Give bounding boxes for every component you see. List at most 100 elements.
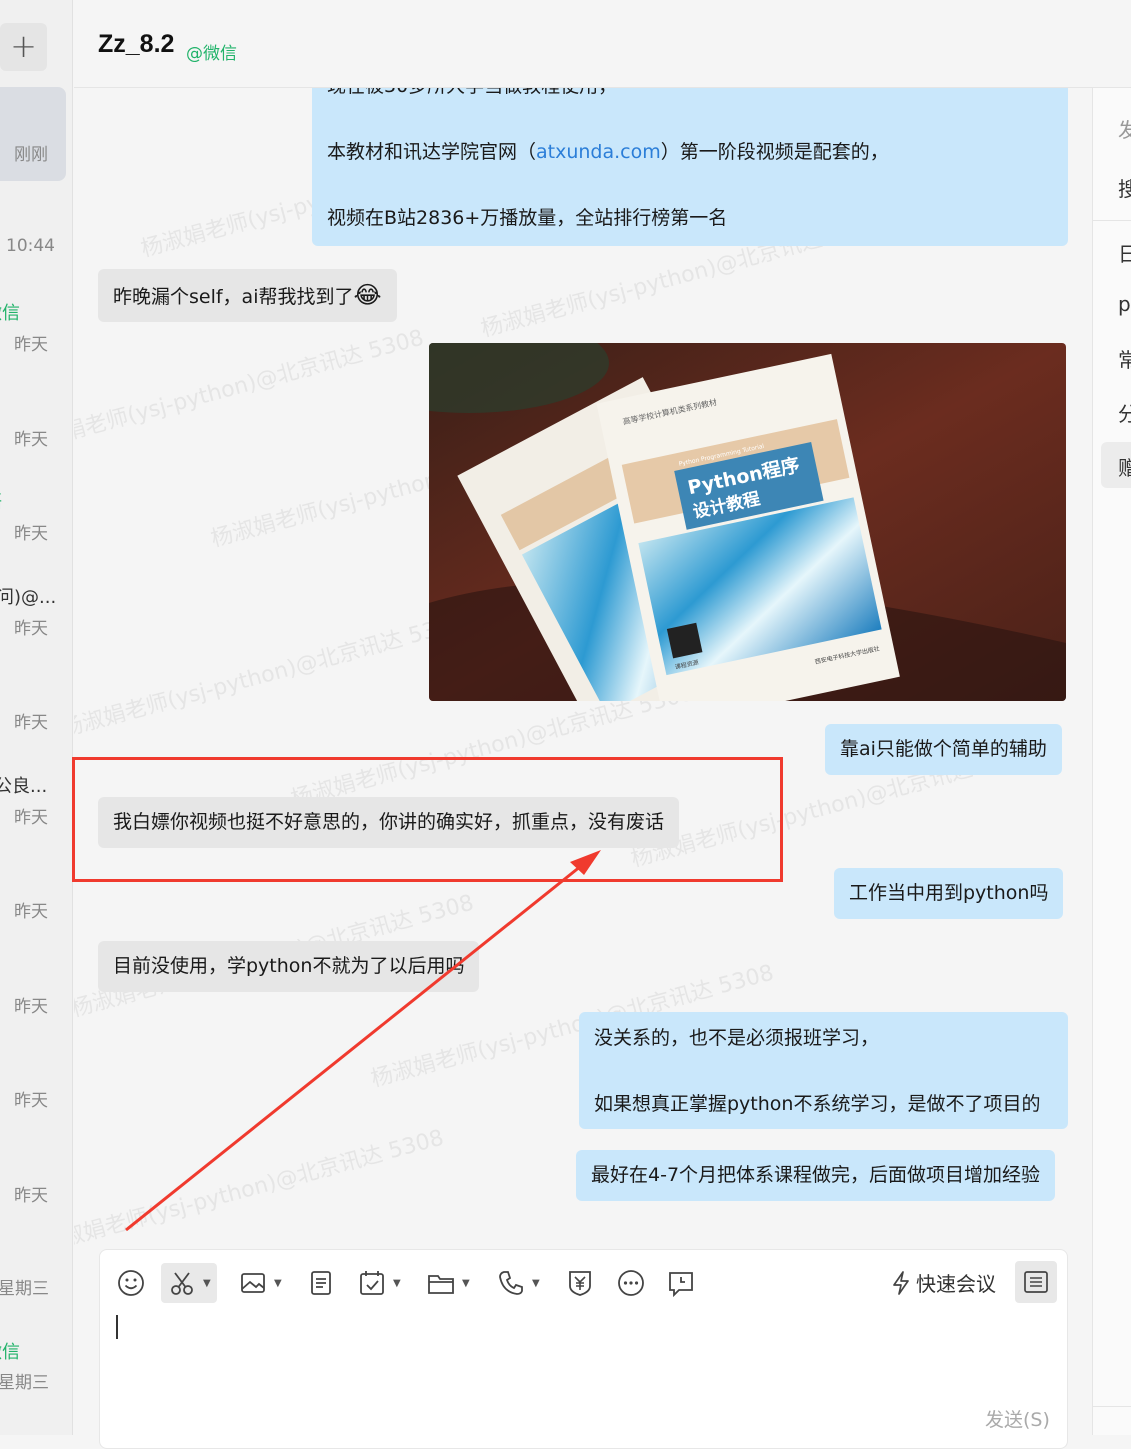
document-button[interactable] bbox=[306, 1263, 336, 1303]
emoji-button[interactable] bbox=[116, 1263, 146, 1303]
chevron-down-icon[interactable]: ▼ bbox=[532, 1278, 540, 1289]
annotation-highlight-box bbox=[72, 757, 783, 882]
chat-header: Zz_8.2 @微信 bbox=[74, 0, 1131, 88]
conversation-item[interactable]: 问)@... 昨天 bbox=[0, 569, 72, 663]
payment-button[interactable] bbox=[565, 1263, 595, 1303]
contact-source-tag: @微信 bbox=[186, 44, 237, 64]
lightning-icon bbox=[893, 1270, 909, 1295]
conversation-item[interactable]: 昨天 bbox=[0, 947, 72, 1041]
phone-icon bbox=[499, 1271, 523, 1295]
message-text: 昨晚漏个self，ai帮我找到了😂 bbox=[113, 281, 382, 309]
message-text: 没关系的，也不是必须报班学习， bbox=[594, 1027, 880, 1049]
conversation-item[interactable]: 微信 昨天 bbox=[0, 285, 72, 379]
conversation-time: 昨天 bbox=[14, 430, 48, 450]
right-panel-item[interactable]: 常 bbox=[1118, 344, 1131, 373]
message-text: 如果想真正掌握python不系统学习，是做不了项目的 bbox=[594, 1093, 1041, 1115]
message-text: 现在被30多所大学当做教程使用， bbox=[327, 88, 1053, 97]
contact-name[interactable]: Zz_8.2 bbox=[98, 30, 174, 59]
message-bubble-incoming[interactable]: 目前没使用，学python不就为了以后用吗 bbox=[98, 941, 480, 992]
chevron-down-icon[interactable]: ▼ bbox=[462, 1278, 470, 1289]
image-button[interactable]: ▼ bbox=[238, 1263, 282, 1303]
quick-meeting-label: 快速会议 bbox=[916, 1272, 996, 1296]
conversation-time: 昨天 bbox=[14, 524, 48, 544]
conversation-snippet: 问)@... bbox=[0, 587, 57, 608]
conversation-item[interactable]: 昨天 bbox=[0, 380, 72, 474]
conversation-time: 星期三 bbox=[0, 1373, 49, 1393]
message-bubble-outgoing[interactable]: 现在被30多所大学当做教程使用， 本教材和讯达学院官网（atxunda.com）… bbox=[312, 88, 1068, 246]
right-side-panel: 发 搜 日 p 常 分 赠 bbox=[1092, 88, 1131, 1435]
conversation-time: 刚刚 bbox=[14, 145, 48, 165]
call-button[interactable]: ▼ bbox=[496, 1263, 540, 1303]
message-bubble-incoming[interactable]: 昨晚漏个self，ai帮我找到了😂 bbox=[98, 269, 397, 322]
conversation-time: 昨天 bbox=[14, 808, 48, 828]
image-icon bbox=[241, 1273, 265, 1293]
conversation-item[interactable]: 公良... 昨天 bbox=[0, 758, 72, 852]
calendar-check-icon bbox=[360, 1271, 384, 1295]
book-photo: 高等学校计算机类系列教材 Python Programming Tutorial… bbox=[429, 343, 1066, 701]
chevron-down-icon[interactable]: ▼ bbox=[203, 1278, 211, 1289]
text-input-caret[interactable] bbox=[116, 1315, 118, 1339]
conversation-item[interactable]: 10:44 bbox=[0, 190, 72, 284]
conversation-item[interactable]: 昨天 bbox=[0, 663, 72, 757]
watermark: 杨淑娟老师(ysj-python)@北京讯达 5308 bbox=[74, 325, 427, 458]
right-panel-item[interactable]: 搜 bbox=[1118, 173, 1131, 202]
conversation-time: 昨天 bbox=[14, 335, 48, 355]
message-list[interactable]: 杨淑娟老师(ysj-python)@北京讯达 5308 杨淑娟老师(ysj-py… bbox=[74, 88, 1092, 1248]
conversation-snippet: 公良... bbox=[0, 776, 48, 797]
conversation-item[interactable]: 昨天 bbox=[0, 852, 72, 946]
chat-window: Zz_8.2 @微信 杨淑娟老师(ysj-python)@北京讯达 5308 杨… bbox=[72, 0, 1131, 1449]
yuan-shield-icon bbox=[569, 1271, 591, 1296]
conversation-time: 昨天 bbox=[14, 1091, 48, 1111]
right-panel-item[interactable]: 分 bbox=[1118, 398, 1131, 427]
document-icon bbox=[311, 1271, 331, 1295]
message-text: 靠ai只能做个简单的辅助 bbox=[840, 738, 1047, 760]
conversation-item[interactable]: 语 昨天 bbox=[0, 474, 72, 568]
conversation-time: 昨天 bbox=[14, 1186, 48, 1206]
message-bubble-outgoing[interactable]: 靠ai只能做个简单的辅助 bbox=[825, 724, 1062, 775]
website-link[interactable]: atxunda.com bbox=[536, 141, 661, 163]
file-button[interactable]: ▼ bbox=[426, 1263, 470, 1303]
message-text: 视频在B站2836+万播放量，全站排行榜第一名 bbox=[327, 207, 728, 229]
conversation-item[interactable]: 微信 星期三 bbox=[0, 1324, 72, 1418]
conversation-item[interactable]: 昨天 bbox=[0, 1136, 72, 1230]
clock-message-icon bbox=[669, 1272, 693, 1298]
conversation-snippet: 语 bbox=[0, 488, 2, 514]
watermark: 杨淑娟老师(ysj-python)@北京讯达 5308 bbox=[74, 1125, 447, 1248]
scissors-icon bbox=[171, 1272, 193, 1295]
message-bubble-outgoing[interactable]: 没关系的，也不是必须报班学习， 如果想真正掌握python不系统学习，是做不了项… bbox=[579, 1012, 1068, 1129]
conversation-time: 昨天 bbox=[14, 997, 48, 1017]
quick-meeting-button[interactable]: 快速会议 bbox=[890, 1268, 996, 1297]
watermark: 杨淑娟老师(ysj-python)@北京讯达 5308 bbox=[74, 610, 467, 743]
more-icon bbox=[618, 1270, 644, 1296]
new-chat-button[interactable]: + bbox=[0, 23, 47, 71]
conversation-item-active[interactable]: 刚刚 bbox=[0, 87, 66, 181]
conversation-list: + 刚刚 10:44 微信 昨天 昨天 语 昨天 问)@... 昨天 昨天 公良… bbox=[0, 0, 73, 1435]
conversation-time: 星期三 bbox=[0, 1279, 49, 1299]
conversation-item[interactable]: 昨天 bbox=[0, 1041, 72, 1135]
more-button[interactable] bbox=[616, 1263, 646, 1303]
schedule-button[interactable]: ▼ bbox=[357, 1263, 401, 1303]
chevron-down-icon[interactable]: ▼ bbox=[393, 1278, 401, 1289]
conversation-time: 10:44 bbox=[6, 236, 55, 256]
emoji-icon bbox=[118, 1270, 144, 1296]
reminder-button[interactable] bbox=[666, 1263, 696, 1303]
divider bbox=[1093, 1406, 1131, 1407]
message-text: 最好在4-7个月把体系课程做完，后面做项目增加经验 bbox=[591, 1164, 1041, 1186]
right-panel-item-active[interactable]: 赠 bbox=[1101, 442, 1131, 488]
chevron-down-icon[interactable]: ▼ bbox=[274, 1278, 282, 1289]
message-text: 本教材和讯达学院官网（atxunda.com）第一阶段视频是配套的， bbox=[327, 141, 889, 163]
screenshot-button[interactable]: ▼ bbox=[161, 1263, 217, 1303]
right-panel-item[interactable]: 发 bbox=[1118, 114, 1131, 143]
message-bubble-outgoing[interactable]: 工作当中用到python吗 bbox=[834, 868, 1064, 919]
message-text: 工作当中用到python吗 bbox=[849, 882, 1049, 904]
divider bbox=[1093, 220, 1131, 221]
conversation-item[interactable]: 星期三 bbox=[0, 1230, 72, 1324]
conversation-time: 昨天 bbox=[14, 619, 48, 639]
send-button[interactable]: 发送(S) bbox=[985, 1405, 1050, 1432]
image-message[interactable]: 高等学校计算机类系列教材 Python Programming Tutorial… bbox=[429, 343, 1066, 701]
message-bubble-outgoing[interactable]: 最好在4-7个月把体系课程做完，后面做项目增加经验 bbox=[576, 1150, 1056, 1201]
conversation-time: 昨天 bbox=[14, 902, 48, 922]
right-panel-item[interactable]: p bbox=[1118, 292, 1131, 316]
side-panel-toggle[interactable] bbox=[1015, 1261, 1057, 1303]
right-panel-item[interactable]: 日 bbox=[1118, 238, 1131, 267]
